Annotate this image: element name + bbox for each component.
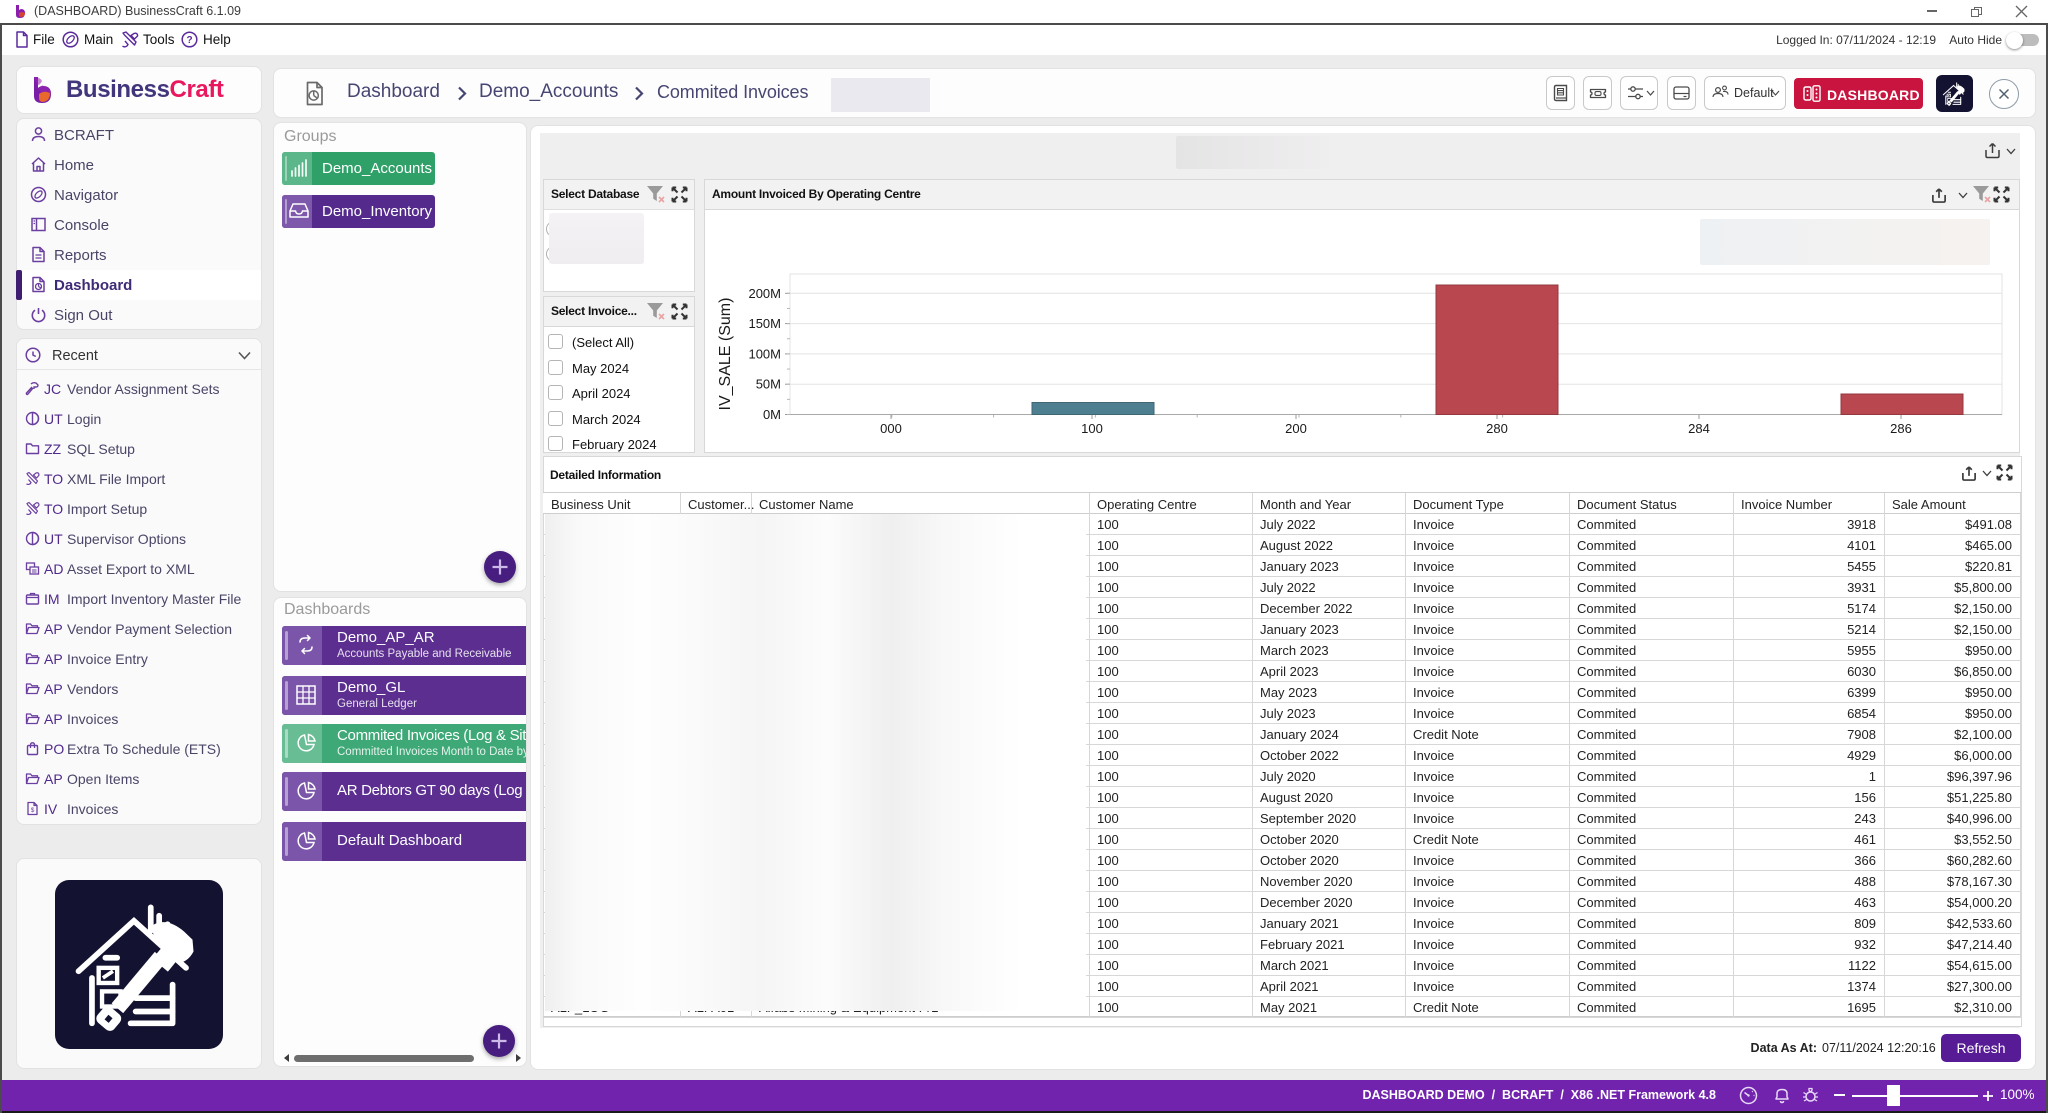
svg-text:284: 284 bbox=[1688, 421, 1710, 436]
svg-text:286: 286 bbox=[1890, 421, 1912, 436]
svg-text:000: 000 bbox=[880, 421, 902, 436]
svg-text:150M: 150M bbox=[748, 316, 781, 331]
svg-text:IV_SALE (Sum): IV_SALE (Sum) bbox=[717, 298, 734, 411]
svg-text:?: ? bbox=[186, 35, 192, 46]
svg-text:100: 100 bbox=[1081, 421, 1103, 436]
svg-text:$: $ bbox=[31, 807, 35, 814]
svg-text:100M: 100M bbox=[748, 346, 781, 361]
svg-text:280: 280 bbox=[1486, 421, 1508, 436]
svg-text:200: 200 bbox=[1285, 421, 1307, 436]
svg-text:0M: 0M bbox=[763, 407, 781, 422]
svg-text:50M: 50M bbox=[756, 377, 781, 392]
svg-text:200M: 200M bbox=[748, 286, 781, 301]
